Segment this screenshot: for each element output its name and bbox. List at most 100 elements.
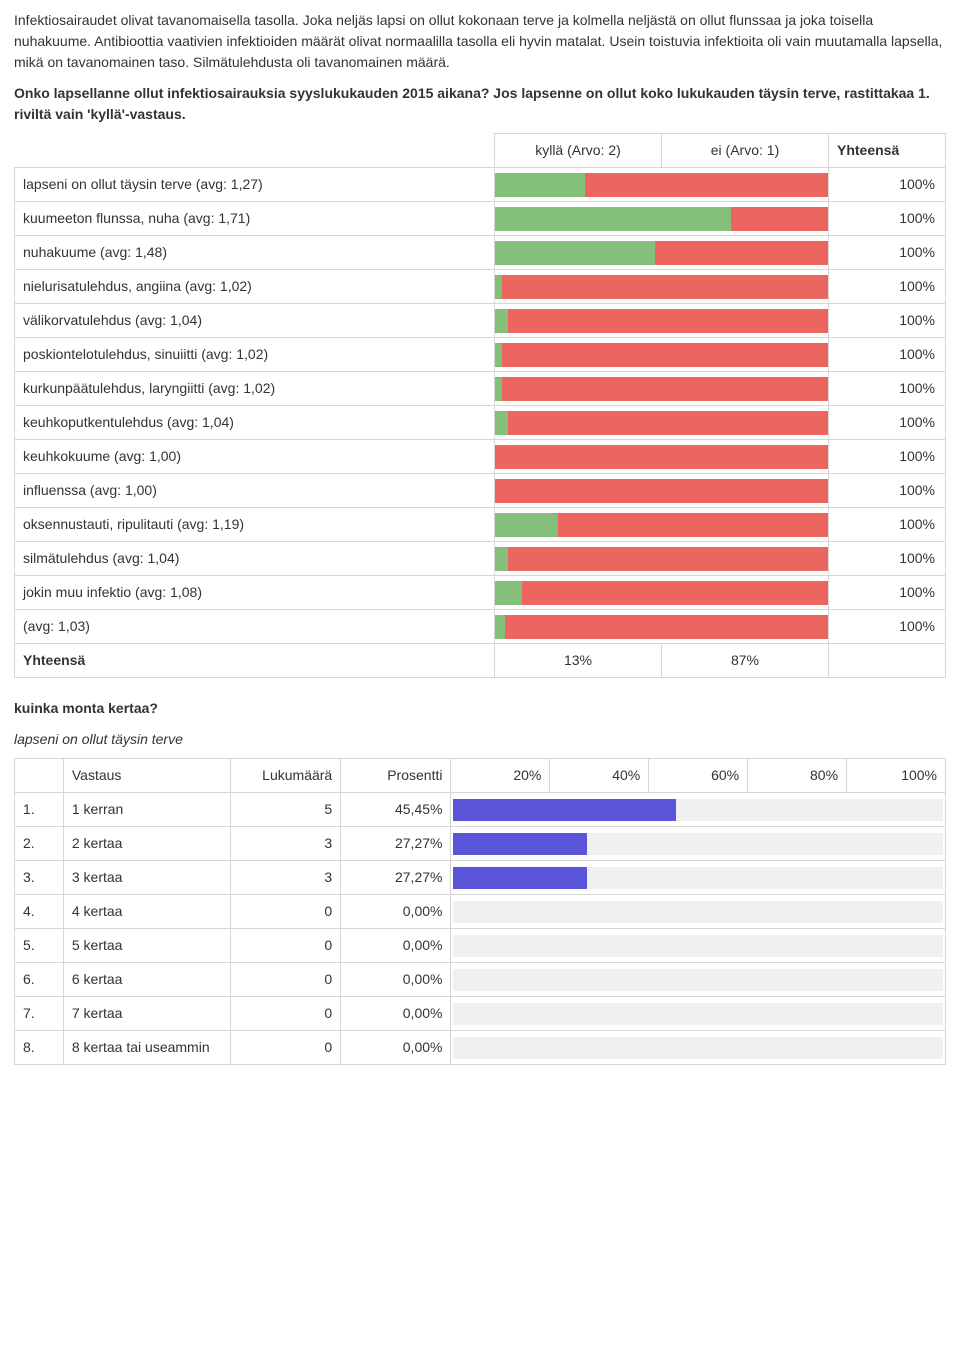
freq-bar-cell [451, 827, 946, 861]
row-bar [495, 236, 829, 270]
freq-bar-cell [451, 1031, 946, 1065]
row-total: 100% [829, 338, 946, 372]
freq-bar-cell [451, 997, 946, 1031]
row-bar [495, 508, 829, 542]
row-label: kurkunpäätulehdus, laryngiitti (avg: 1,0… [15, 372, 495, 406]
frequency-table: Vastaus Lukumäärä Prosentti 20% 40% 60% … [14, 758, 946, 1065]
row-label: silmätulehdus (avg: 1,04) [15, 542, 495, 576]
freq-tick-100: 100% [847, 759, 946, 793]
freq-answer: 2 kertaa [63, 827, 230, 861]
table-row: nielurisatulehdus, angiina (avg: 1,02)10… [15, 270, 946, 304]
totals-no: 87% [662, 644, 829, 678]
freq-count: 3 [230, 827, 340, 861]
row-label: jokin muu infektio (avg: 1,08) [15, 576, 495, 610]
freq-header-row: Vastaus Lukumäärä Prosentti 20% 40% 60% … [15, 759, 946, 793]
freq-row: 5.5 kertaa00,00% [15, 929, 946, 963]
row-bar [495, 610, 829, 644]
freq-idx: 3. [15, 861, 64, 895]
freq-count: 3 [230, 861, 340, 895]
freq-count: 0 [230, 963, 340, 997]
freq-bar-cell [451, 793, 946, 827]
freq-tick-20: 20% [451, 759, 550, 793]
table-row: keuhkoputkentulehdus (avg: 1,04)100% [15, 406, 946, 440]
freq-idx: 5. [15, 929, 64, 963]
freq-row: 3.3 kertaa327,27% [15, 861, 946, 895]
totals-yes: 13% [495, 644, 662, 678]
row-total: 100% [829, 542, 946, 576]
row-total: 100% [829, 202, 946, 236]
row-total: 100% [829, 508, 946, 542]
freq-idx: 6. [15, 963, 64, 997]
freq-idx: 8. [15, 1031, 64, 1065]
table-row: influenssa (avg: 1,00) 100% [15, 474, 946, 508]
freq-col-pct: Prosentti [341, 759, 451, 793]
freq-row: 8.8 kertaa tai useammin00,00% [15, 1031, 946, 1065]
freq-count: 0 [230, 895, 340, 929]
table-row: jokin muu infektio (avg: 1,08)100% [15, 576, 946, 610]
row-bar [495, 270, 829, 304]
freq-answer: 8 kertaa tai useammin [63, 1031, 230, 1065]
table-row: välikorvatulehdus (avg: 1,04)100% [15, 304, 946, 338]
freq-count: 5 [230, 793, 340, 827]
col-header-yes: kyllä (Arvo: 2) [495, 134, 662, 168]
freq-row: 6.6 kertaa00,00% [15, 963, 946, 997]
row-label: lapseni on ollut täysin terve (avg: 1,27… [15, 168, 495, 202]
row-total: 100% [829, 474, 946, 508]
table-row: keuhkokuume (avg: 1,00) 100% [15, 440, 946, 474]
freq-pct: 0,00% [341, 929, 451, 963]
freq-bar-cell [451, 929, 946, 963]
row-label: keuhkoputkentulehdus (avg: 1,04) [15, 406, 495, 440]
row-label: kuumeeton flunssa, nuha (avg: 1,71) [15, 202, 495, 236]
row-bar [495, 168, 829, 202]
freq-pct: 27,27% [341, 827, 451, 861]
row-label: oksennustauti, ripulitauti (avg: 1,19) [15, 508, 495, 542]
table-row: silmätulehdus (avg: 1,04) 100% [15, 542, 946, 576]
row-bar [495, 202, 829, 236]
freq-row: 4.4 kertaa00,00% [15, 895, 946, 929]
freq-pct: 45,45% [341, 793, 451, 827]
row-label: välikorvatulehdus (avg: 1,04) [15, 304, 495, 338]
table-row: kurkunpäätulehdus, laryngiitti (avg: 1,0… [15, 372, 946, 406]
totals-row: Yhteensä 13% 87% [15, 644, 946, 678]
question-text: Onko lapsellanne ollut infektiosairauksi… [14, 83, 946, 125]
row-bar [495, 406, 829, 440]
freq-col-count: Lukumäärä [230, 759, 340, 793]
freq-row: 2.2 kertaa327,27% [15, 827, 946, 861]
freq-row: 7.7 kertaa00,00% [15, 997, 946, 1031]
freq-answer: 1 kerran [63, 793, 230, 827]
freq-answer: 3 kertaa [63, 861, 230, 895]
intro-text: Infektiosairaudet olivat tavanomaisella … [14, 10, 946, 73]
freq-idx: 7. [15, 997, 64, 1031]
row-bar [495, 542, 829, 576]
freq-answer: 4 kertaa [63, 895, 230, 929]
row-total: 100% [829, 440, 946, 474]
row-bar [495, 576, 829, 610]
freq-pct: 0,00% [341, 963, 451, 997]
row-label: influenssa (avg: 1,00) [15, 474, 495, 508]
row-total: 100% [829, 610, 946, 644]
row-bar [495, 338, 829, 372]
table-row: nuhakuume (avg: 1,48)100% [15, 236, 946, 270]
row-label: nuhakuume (avg: 1,48) [15, 236, 495, 270]
row-total: 100% [829, 270, 946, 304]
freq-tick-80: 80% [748, 759, 847, 793]
freq-idx: 1. [15, 793, 64, 827]
col-header-total: Yhteensä [829, 134, 946, 168]
freq-pct: 0,00% [341, 997, 451, 1031]
totals-label: Yhteensä [15, 644, 495, 678]
freq-bar-cell [451, 963, 946, 997]
table-row: lapseni on ollut täysin terve (avg: 1,27… [15, 168, 946, 202]
row-label: (avg: 1,03) [15, 610, 495, 644]
row-total: 100% [829, 372, 946, 406]
row-bar [495, 304, 829, 338]
sub-question-italic: lapseni on ollut täysin terve [14, 729, 946, 750]
freq-pct: 0,00% [341, 895, 451, 929]
table-header-row: kyllä (Arvo: 2) ei (Arvo: 1) Yhteensä [15, 134, 946, 168]
freq-answer: 7 kertaa [63, 997, 230, 1031]
freq-answer: 6 kertaa [63, 963, 230, 997]
infection-table: kyllä (Arvo: 2) ei (Arvo: 1) Yhteensä la… [14, 133, 946, 678]
table-row: oksennustauti, ripulitauti (avg: 1,19) 10… [15, 508, 946, 542]
freq-bar-cell [451, 861, 946, 895]
row-label: keuhkokuume (avg: 1,00) [15, 440, 495, 474]
table-row: poskiontelotulehdus, sinuiitti (avg: 1,0… [15, 338, 946, 372]
